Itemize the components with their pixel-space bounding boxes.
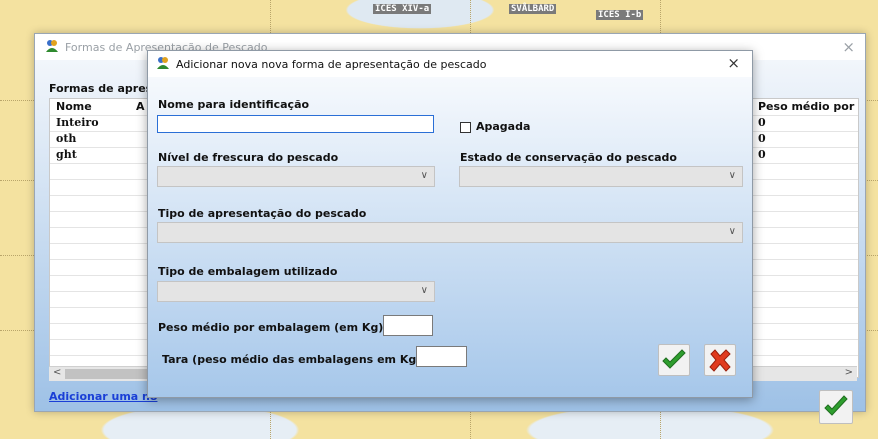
column-header-nome[interactable]: Nome — [56, 100, 92, 113]
nome-input[interactable] — [157, 115, 434, 133]
scroll-right-icon[interactable]: > — [845, 367, 853, 378]
peso-label: Peso médio por embalagem (em Kg): — [158, 321, 388, 334]
map-label: SVÅLBARD — [509, 4, 557, 14]
add-form-link[interactable]: Adicionar uma no — [49, 390, 157, 403]
nome-label: Nome para identificação — [158, 98, 310, 111]
conservacao-label: Estado de conservação do pescado — [460, 151, 677, 164]
apresentacao-select[interactable]: ∨ — [157, 222, 743, 243]
cancel-button[interactable] — [704, 344, 736, 376]
apagada-checkbox[interactable] — [460, 122, 471, 133]
close-icon[interactable]: × — [842, 38, 855, 56]
close-icon[interactable]: × — [727, 54, 740, 72]
tara-label: Tara (peso médio das embalagens em Kg): — [162, 353, 426, 366]
embalagem-label: Tipo de embalagem utilizado — [158, 265, 338, 278]
column-header-peso[interactable]: Peso médio por — [758, 100, 854, 113]
tara-input[interactable] — [416, 346, 467, 367]
checkmark-icon — [824, 395, 848, 416]
conservacao-select[interactable]: ∨ — [459, 166, 743, 187]
map-label: ICES XIV-a — [373, 4, 432, 14]
chevron-down-icon: ∨ — [728, 226, 736, 237]
dialog-title: Adicionar nova nova forma de apresentaçã… — [176, 57, 487, 71]
checkmark-icon — [662, 349, 686, 369]
apagada-label: Apagada — [476, 120, 531, 133]
dialog-titlebar: Adicionar nova nova forma de apresentaçã… — [148, 51, 752, 77]
peso-input[interactable] — [383, 315, 433, 336]
scroll-left-icon[interactable]: < — [53, 367, 61, 378]
chevron-down-icon: ∨ — [420, 170, 428, 181]
confirm-button[interactable] — [658, 344, 690, 376]
add-presentation-dialog: Adicionar nova nova forma de apresentaçã… — [147, 50, 753, 398]
app-icon — [45, 39, 59, 56]
chevron-down-icon: ∨ — [420, 285, 428, 296]
cross-icon — [709, 349, 731, 372]
outer-ok-button[interactable] — [819, 390, 853, 424]
embalagem-select[interactable]: ∨ — [157, 281, 435, 302]
column-header-a[interactable]: A — [136, 100, 145, 113]
list-caption: Formas de apreso — [49, 82, 160, 95]
apresentacao-label: Tipo de apresentação do pescado — [158, 207, 367, 220]
chevron-down-icon: ∨ — [728, 170, 736, 181]
frescura-select[interactable]: ∨ — [157, 166, 435, 187]
app-icon — [156, 56, 170, 73]
map-label: ICES I-b — [596, 10, 644, 20]
frescura-label: Nível de frescura do pescado — [158, 151, 339, 164]
